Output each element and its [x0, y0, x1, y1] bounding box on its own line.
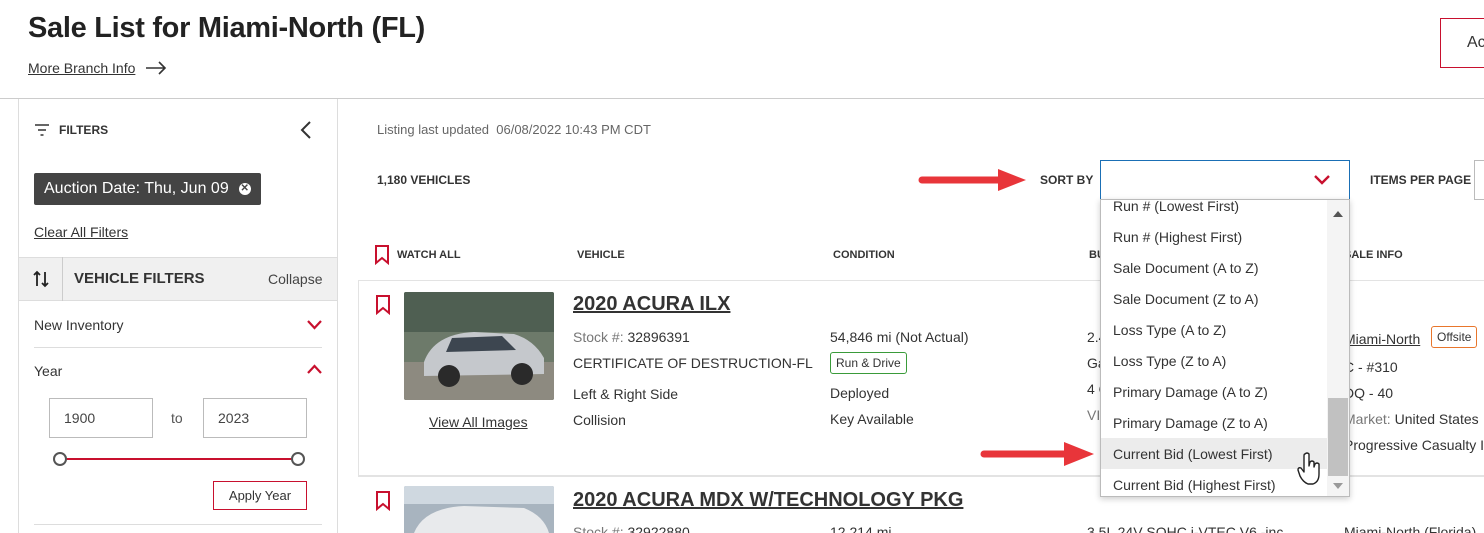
vehicle-count: 1,180 VEHICLES	[377, 173, 471, 187]
listing-updated-text: Listing last updated 06/08/2022 10:43 PM…	[377, 122, 651, 137]
vehicle-photo[interactable]	[404, 292, 554, 400]
vehicle-photo[interactable]	[404, 486, 554, 533]
offsite-badge: Offsite	[1431, 326, 1478, 348]
sort-option[interactable]: Run # (Lowest First)	[1113, 200, 1239, 214]
sale-lane: C - #310	[1344, 359, 1398, 375]
filter-divider	[34, 347, 322, 348]
filter-icon	[35, 124, 49, 136]
run-drive-badge: Run & Drive	[830, 352, 907, 374]
hand-cursor-icon	[1297, 452, 1320, 485]
build-vin: VI	[1087, 407, 1101, 423]
sort-by-label: SORT BY	[1040, 173, 1094, 187]
sort-option[interactable]: Loss Type (Z to A)	[1113, 353, 1226, 369]
loss-type: Collision	[573, 412, 626, 428]
apply-year-button[interactable]: Apply Year	[213, 481, 307, 510]
sort-option[interactable]: Current Bid (Highest First)	[1113, 477, 1276, 493]
mileage: 54,846 mi (Not Actual)	[830, 329, 969, 345]
items-per-page-select[interactable]	[1474, 160, 1484, 200]
vehicle-title-link[interactable]: 2020 ACURA ILX	[573, 293, 730, 316]
view-all-images-link[interactable]: View All Images	[429, 414, 528, 430]
year-range-track	[60, 458, 298, 460]
airbags-status: Deployed	[830, 385, 890, 401]
more-branch-info-label: More Branch Info	[28, 60, 136, 76]
new-inventory-filter[interactable]: New Inventory	[34, 317, 123, 333]
arrow-right-icon	[146, 61, 167, 75]
sort-by-select[interactable]	[1100, 160, 1350, 200]
vehicle-filters-separator	[62, 257, 63, 301]
key-status: Key Available	[830, 411, 914, 427]
bookmark-icon[interactable]	[375, 295, 391, 315]
year-from-input[interactable]: 1900	[49, 398, 153, 438]
condition-column-header: CONDITION	[833, 249, 895, 261]
sort-option[interactable]: Sale Document (Z to A)	[1113, 291, 1259, 307]
sort-arrows-icon[interactable]	[33, 270, 49, 288]
year-min-handle[interactable]	[53, 452, 67, 466]
collapse-link[interactable]: Collapse	[268, 271, 322, 287]
chevron-up-icon[interactable]	[307, 364, 322, 374]
auction-date-chip[interactable]: Auction Date: Thu, Jun 09 ✕	[34, 173, 261, 205]
sale-info-column-header: SALE INFO	[1344, 249, 1403, 261]
sort-option[interactable]: Primary Damage (Z to A)	[1113, 415, 1268, 431]
sort-option[interactable]: Sale Document (A to Z)	[1113, 260, 1259, 276]
filter-divider	[34, 524, 322, 525]
market-label: Market:	[1344, 411, 1391, 427]
year-filter[interactable]: Year	[34, 363, 62, 379]
market-value: United States	[1394, 411, 1479, 427]
chevron-down-icon[interactable]	[1314, 175, 1330, 185]
vehicle-title-link[interactable]: 2020 ACURA MDX W/TECHNOLOGY PKG	[573, 489, 963, 512]
stock-label: Stock #:	[573, 524, 624, 533]
sale-branch-link[interactable]: Miami-North	[1344, 331, 1420, 347]
filter-sidebar	[18, 99, 338, 533]
sort-option[interactable]: Loss Type (A to Z)	[1113, 322, 1226, 338]
sale-row: DQ - 40	[1344, 385, 1394, 401]
bookmark-icon[interactable]	[375, 491, 391, 511]
chevron-down-icon[interactable]	[307, 320, 322, 330]
year-to-label: to	[171, 410, 183, 426]
year-max-handle[interactable]	[291, 452, 305, 466]
page-title: Sale List for Miami-North (FL)	[28, 12, 426, 44]
sort-option-current-bid-lowest[interactable]: Current Bid (Lowest First)	[1113, 446, 1272, 462]
header-action-button[interactable]: Ac	[1440, 18, 1484, 68]
sort-option[interactable]: Primary Damage (A to Z)	[1113, 384, 1268, 400]
stock-label: Stock #:	[573, 329, 624, 345]
sale-branch: Miami-North (Florida)	[1344, 524, 1477, 533]
dropdown-scrollbar-thumb[interactable]	[1328, 398, 1348, 476]
bookmark-icon[interactable]	[374, 245, 390, 265]
filters-heading: FILTERS	[59, 123, 109, 137]
remove-chip-icon[interactable]: ✕	[238, 183, 251, 195]
collapse-sidebar-icon[interactable]	[300, 121, 312, 139]
annotation-arrow-icon	[980, 442, 1094, 466]
mileage: 12,214 mi	[830, 524, 892, 533]
annotation-arrow-icon	[918, 169, 1026, 191]
damage-side: Left & Right Side	[573, 386, 679, 402]
sale-document: CERTIFICATE OF DESTRUCTION-FL	[573, 355, 813, 371]
scroll-down-icon[interactable]	[1332, 482, 1344, 490]
items-per-page-label: ITEMS PER PAGE	[1370, 173, 1472, 187]
sort-option[interactable]: Run # (Highest First)	[1113, 229, 1242, 245]
watch-all-header[interactable]: WATCH ALL	[397, 249, 461, 261]
more-branch-info-link[interactable]: More Branch Info	[28, 60, 167, 76]
stock-number: 32896391	[627, 329, 690, 345]
seller-name: Progressive Casualty In	[1344, 437, 1484, 453]
clear-all-filters-link[interactable]: Clear All Filters	[34, 224, 128, 240]
vehicle-filters-heading: VEHICLE FILTERS	[74, 270, 205, 287]
stock-number: 32922880	[627, 524, 690, 533]
build-engine: 3.5L 24V SOHC i-VTEC V6 -inc	[1087, 524, 1284, 533]
auction-date-chip-label: Auction Date: Thu, Jun 09	[44, 180, 229, 197]
vehicle-column-header: VEHICLE	[577, 249, 625, 261]
scroll-up-icon[interactable]	[1332, 210, 1344, 218]
year-to-input[interactable]: 2023	[203, 398, 307, 438]
